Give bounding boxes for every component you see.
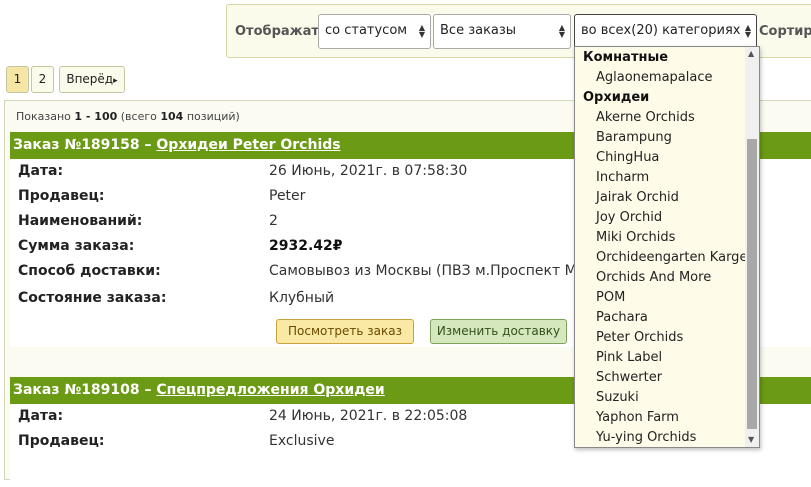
category-select[interactable]: во всех(20) категориях ▲ ▼ [574, 14, 757, 49]
dropdown-option[interactable]: Pink Label [575, 347, 759, 367]
category-dropdown-list[interactable]: Комнатные Aglaonemapalace Орхидеи Akerne… [574, 46, 760, 448]
results-summary: Показано 1 - 100 (всего 104 позиций) [16, 110, 240, 123]
row-label: Продавец: [18, 188, 105, 204]
dropdown-option[interactable]: Orchids And More [575, 267, 759, 287]
row-value: 26 Июнь, 2021г. в 07:58:30 [269, 163, 468, 179]
scrollbar-thumb[interactable] [747, 139, 757, 429]
next-page-button[interactable]: Вперёд▸ [59, 66, 125, 93]
dropdown-option[interactable]: Incharm [575, 167, 759, 187]
dropdown-scrollbar[interactable]: ▲ ▼ [745, 47, 759, 447]
summary-range: 1 - 100 [74, 110, 118, 123]
sort-label: Сортир [759, 24, 811, 39]
change-delivery-button[interactable]: Изменить доставку [430, 319, 567, 344]
dropdown-option[interactable]: Miki Orchids [575, 227, 759, 247]
status-select[interactable]: со статусом ▲ ▼ [318, 14, 431, 49]
page-1-button[interactable]: 1 [6, 66, 29, 93]
next-arrow-icon: ▸ [113, 76, 118, 86]
page-2-button[interactable]: 2 [31, 66, 54, 93]
dropdown-option[interactable]: Yaphon Farm [575, 407, 759, 427]
dropdown-option[interactable]: Jairak Orchid [575, 187, 759, 207]
row-value: Peter [269, 188, 306, 204]
order-title: Заказ №189108 – [13, 382, 152, 398]
dropdown-option[interactable]: Schwerter [575, 367, 759, 387]
dropdown-option[interactable]: Yu-ying Orchids [575, 427, 759, 447]
row-value: Самовывоз из Москвы (ПВЗ м.Проспект Мир [269, 263, 595, 279]
dropdown-option[interactable]: Joy Orchid [575, 207, 759, 227]
scroll-down-icon[interactable]: ▼ [748, 435, 754, 444]
summary-total: 104 [160, 110, 184, 123]
row-value: 2 [269, 213, 278, 229]
dropdown-option[interactable]: Barampung [575, 127, 759, 147]
row-label: Продавец: [18, 433, 105, 449]
select-arrows-icon: ▲ ▼ [744, 23, 751, 39]
scroll-up-icon[interactable]: ▲ [748, 49, 754, 58]
row-value: Клубный [269, 290, 335, 306]
dropdown-option[interactable]: ChingHua [575, 147, 759, 167]
dropdown-option[interactable]: Pachara [575, 307, 759, 327]
order-seller-link[interactable]: Спецпредложения Орхидеи [156, 382, 384, 398]
view-order-button[interactable]: Посмотреть заказ [276, 319, 414, 344]
row-label: Способ доставки: [18, 263, 161, 279]
category-select-value: во всех(20) категориях [581, 23, 741, 38]
row-label: Дата: [18, 408, 64, 424]
show-label: Отображать [235, 24, 328, 39]
row-value: 24 Июнь, 2021г. в 22:05:08 [269, 408, 468, 424]
summary-prefix: Показано [16, 110, 71, 123]
dropdown-option[interactable]: POM [575, 287, 759, 307]
row-value: Exclusive [269, 433, 335, 449]
order-seller-link[interactable]: Орхидеи Peter Orchids [156, 137, 340, 153]
order-title: Заказ №189158 – [13, 137, 152, 153]
dropdown-option[interactable]: Akerne Orchids [575, 107, 759, 127]
row-label: Дата: [18, 163, 64, 179]
select-arrows-icon: ▲ ▼ [558, 23, 565, 39]
row-label: Состояние заказа: [18, 290, 167, 306]
summary-total-prefix: (всего [120, 110, 157, 123]
select-arrows-icon: ▲ ▼ [418, 23, 425, 39]
dropdown-option[interactable]: Aglaonemapalace [575, 67, 759, 87]
status-select-value: со статусом [325, 23, 408, 38]
row-label: Сумма заказа: [18, 238, 135, 254]
dropdown-option[interactable]: Suzuki [575, 387, 759, 407]
row-label: Наименований: [18, 213, 143, 229]
summary-total-suffix: позиций) [186, 110, 240, 123]
orders-select-value: Все заказы [440, 23, 517, 38]
dropdown-group-label: Орхидеи [583, 90, 650, 105]
dropdown-option[interactable]: Peter Orchids [575, 327, 759, 347]
orders-select[interactable]: Все заказы ▲ ▼ [433, 14, 571, 49]
dropdown-group-label: Комнатные [583, 50, 669, 65]
dropdown-option[interactable]: Orchideengarten Karge [575, 247, 759, 267]
row-value: 2932.42₽ [269, 238, 343, 254]
next-page-label: Вперёд [66, 72, 114, 86]
